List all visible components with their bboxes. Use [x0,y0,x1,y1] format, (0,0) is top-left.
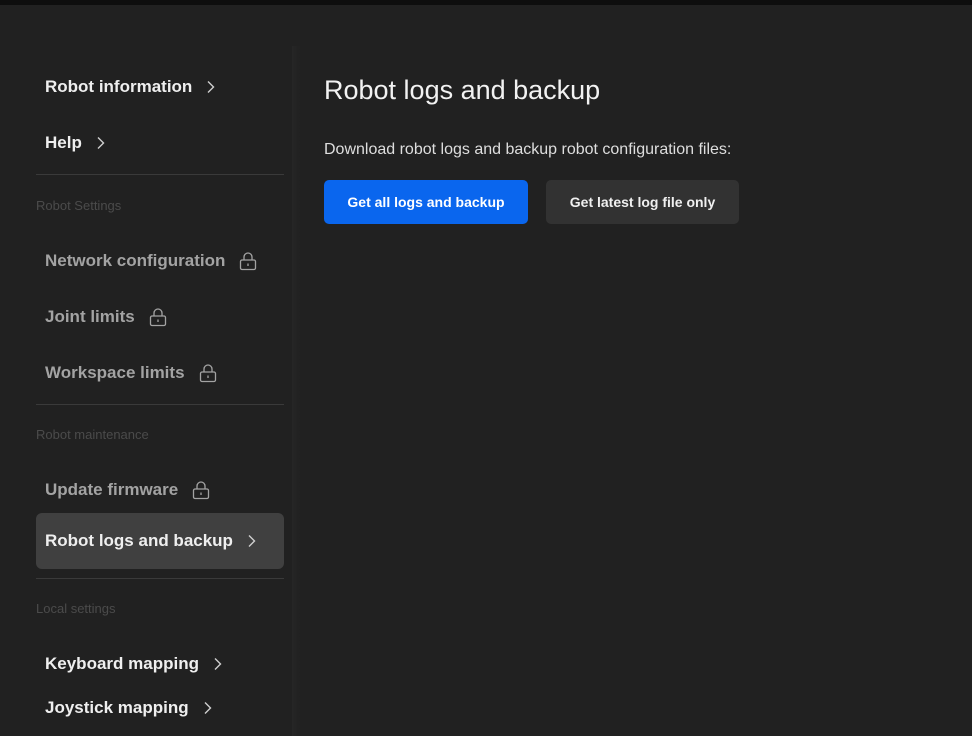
page-title: Robot logs and backup [324,75,601,105]
sidebar-item-label: Workspace limits [45,363,185,382]
sidebar-item-help[interactable]: Help [36,115,284,171]
sidebar-item-label: Joint limits [45,307,135,326]
sidebar-item-network-configuration[interactable]: Network configuration [36,233,284,289]
chevron-right-icon [213,657,223,671]
page-description: Download robot logs and backup robot con… [324,141,732,158]
section-label-robot-maintenance: Robot maintenance [36,427,149,442]
sidebar-item-robot-logs-and-backup[interactable]: Robot logs and backup [36,513,284,569]
sidebar-item-label: Help [45,133,82,152]
sidebar-item-label: Keyboard mapping [45,654,199,673]
get-latest-log-button[interactable]: Get latest log file only [546,180,739,224]
sidebar-item-label: Joystick mapping [45,698,189,717]
sidebar-item-workspace-limits[interactable]: Workspace limits [36,345,284,401]
section-label-local-settings: Local settings [36,601,116,616]
section-separator [36,404,284,405]
sidebar-item-label: Network configuration [45,251,226,270]
chevron-right-icon [203,701,213,715]
lock-icon [199,363,217,383]
sidebar-item-update-firmware[interactable]: Update firmware [36,462,284,518]
section-separator [36,578,284,579]
sidebar-item-joystick-mapping[interactable]: Joystick mapping [36,680,284,736]
sidebar-item-label: Robot information [45,77,193,96]
lock-icon [239,251,257,271]
chevron-right-icon [96,136,106,150]
chevron-right-icon [247,534,257,548]
lock-icon [192,480,210,500]
lock-icon [149,307,167,327]
get-all-logs-button[interactable]: Get all logs and backup [324,180,528,224]
chevron-right-icon [206,80,216,94]
app-window: Robot information Help Robot Settings Ne… [0,0,972,736]
section-label-robot-settings: Robot Settings [36,198,122,213]
sidebar-item-label: Update firmware [45,480,179,499]
section-separator [36,174,284,175]
sidebar-item-joint-limits[interactable]: Joint limits [36,289,284,345]
sidebar-item-label: Robot logs and backup [45,531,233,550]
sidebar-item-robot-information[interactable]: Robot information [36,59,284,115]
sidebar-divider [292,46,300,736]
